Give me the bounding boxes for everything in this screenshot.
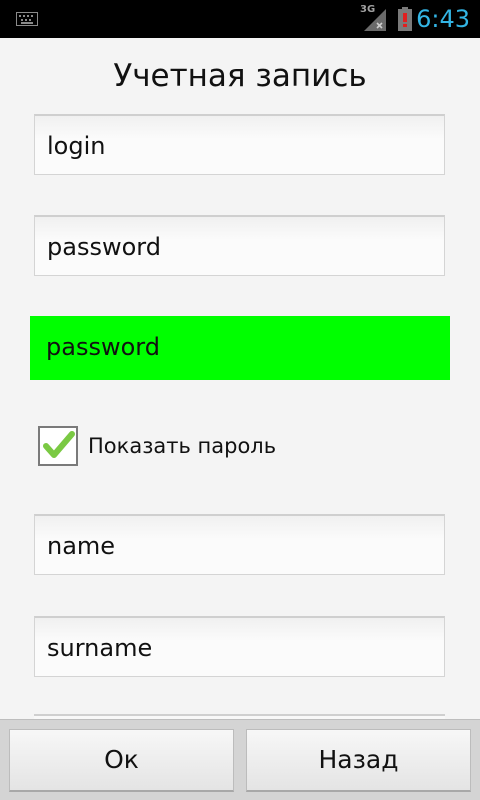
bottom-button-bar: Ок Назад — [0, 719, 480, 800]
surname-field[interactable]: surname — [34, 616, 445, 677]
password-confirm-field[interactable]: password — [30, 316, 450, 380]
keyboard-icon — [16, 12, 38, 26]
battery-alert-icon — [398, 7, 412, 31]
back-button[interactable]: Назад — [246, 729, 471, 792]
show-password-label: Показать пароль — [88, 434, 277, 458]
clock: 6:43 — [416, 5, 470, 33]
checkmark-icon — [43, 431, 75, 458]
page-title: Учетная запись — [113, 58, 367, 94]
signal-icon — [364, 9, 386, 31]
show-password-checkbox[interactable] — [38, 426, 78, 466]
ok-button[interactable]: Ок — [9, 729, 234, 792]
password-field[interactable]: password — [34, 215, 445, 276]
account-screen: 3G 6:43 Учетная запись login password pa… — [0, 0, 480, 800]
login-field[interactable]: login — [34, 114, 445, 175]
show-password-checkbox-row[interactable]: Показать пароль — [38, 426, 338, 468]
name-field[interactable]: name — [34, 514, 445, 575]
status-bar: 3G 6:43 — [0, 0, 480, 38]
